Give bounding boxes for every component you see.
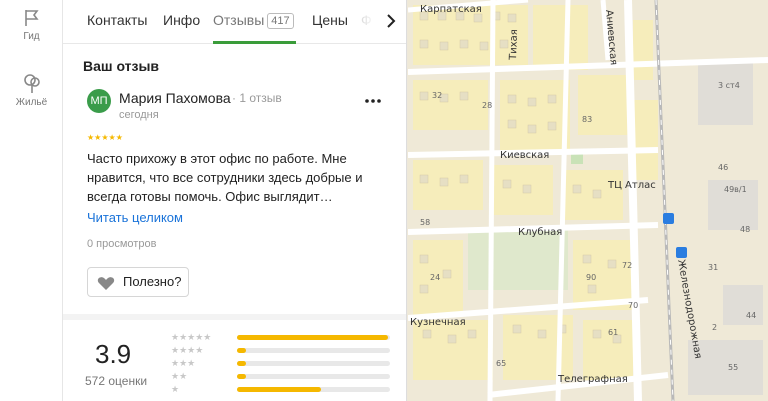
rating-row: ★ xyxy=(171,383,391,395)
tab-info[interactable]: Инфо xyxy=(163,12,200,28)
your-review-title: Ваш отзыв xyxy=(83,58,160,74)
rating-row-stars: ★★★★ xyxy=(171,345,204,355)
heart-icon xyxy=(97,277,115,290)
rating-bar-fill xyxy=(237,387,322,392)
place-label: ТЦ Атлас xyxy=(607,180,656,191)
rating-bar-track xyxy=(237,374,390,379)
read-more-link[interactable]: Читать целиком xyxy=(87,210,183,225)
house-number: 65 xyxy=(496,359,506,368)
rating-bar-fill xyxy=(237,348,247,353)
rail-item-guide[interactable]: Гид xyxy=(0,8,63,42)
rating-bar-track xyxy=(237,387,390,392)
house-number: 2 xyxy=(712,323,717,332)
house-number: 28 xyxy=(482,101,492,110)
map-canvas[interactable]: Карпатская Тихая Киевская Клубная Кузнеч… xyxy=(408,0,768,401)
house-number: 46 xyxy=(718,163,728,172)
house-number: 48 xyxy=(740,225,750,234)
reviews-count-badge: 417 xyxy=(267,13,294,29)
rating-count: 572 оценки xyxy=(85,374,148,388)
tab-bar: Контакты Инфо Отзывы417 Цены Ф xyxy=(63,0,406,44)
rating-bar-fill xyxy=(237,335,389,340)
tab-fade xyxy=(355,0,385,43)
map[interactable]: Карпатская Тихая Киевская Клубная Кузнеч… xyxy=(408,0,768,401)
house-number: 55 xyxy=(728,363,738,372)
street-label: Кузнечная xyxy=(410,317,466,328)
tab-reviews-label: Отзывы xyxy=(213,12,265,28)
chevron-right-icon[interactable] xyxy=(383,12,399,30)
review-author[interactable]: Мария Пахомова xyxy=(119,90,231,106)
rating-row: ★★ xyxy=(171,370,391,382)
review-views: 0 просмотров xyxy=(87,238,157,250)
rating-row: ★★★★ xyxy=(171,344,391,356)
street-label: Карпатская xyxy=(420,4,482,15)
rail-item-housing[interactable]: Жильё xyxy=(0,72,63,108)
house-number: 3 ст4 xyxy=(718,81,740,90)
rail-item-label: Жильё xyxy=(15,97,48,108)
house-number: 61 xyxy=(608,328,618,337)
tree-icon xyxy=(23,74,40,93)
rating-bar-track xyxy=(237,348,390,353)
star-icon: ★ xyxy=(101,133,109,142)
left-rail: Гид Жильё xyxy=(0,0,63,401)
rating-bar-fill xyxy=(237,361,247,366)
rail-item-label: Гид xyxy=(23,31,40,42)
house-number: 83 xyxy=(582,115,592,124)
avatar: МП xyxy=(87,89,111,113)
useful-label: Полезно? xyxy=(123,274,182,289)
useful-button[interactable]: Полезно? xyxy=(87,267,189,297)
tab-prices[interactable]: Цены xyxy=(312,12,348,28)
street-label: Тихая xyxy=(508,29,520,61)
rating-row-stars: ★★★★★ xyxy=(171,332,212,342)
rating-value: 3.9 xyxy=(95,339,132,369)
house-number: 72 xyxy=(622,261,632,270)
review-stars: ★★★★★ xyxy=(87,134,123,142)
house-number: 58 xyxy=(420,218,430,227)
rating-bar-track xyxy=(237,361,390,366)
rating-row-stars: ★★ xyxy=(171,371,188,381)
house-number: 31 xyxy=(708,263,718,272)
place-panel: Контакты Инфо Отзывы417 Цены Ф Ваш отзыв… xyxy=(63,0,407,401)
house-number: 90 xyxy=(586,273,596,282)
tab-reviews[interactable]: Отзывы 417 xyxy=(213,12,294,29)
house-number: 49в/1 xyxy=(724,185,747,194)
street-label: Киевская xyxy=(500,150,549,161)
section-divider xyxy=(63,314,406,320)
rating-row: ★★★ xyxy=(171,357,391,369)
rating-bar-track xyxy=(237,335,390,340)
street-label: Телеграфная xyxy=(557,374,628,385)
house-number: 32 xyxy=(432,91,442,100)
review-date: сегодня xyxy=(119,109,159,121)
house-number: 24 xyxy=(430,273,440,282)
rating-row-stars: ★★★ xyxy=(171,358,196,368)
more-options-icon[interactable] xyxy=(363,94,383,108)
author-review-count: · 1 отзыв xyxy=(232,91,282,105)
star-icon: ★ xyxy=(115,133,123,142)
rating-row-stars: ★ xyxy=(171,384,180,394)
house-number: 44 xyxy=(746,311,756,320)
house-number: 70 xyxy=(628,301,638,310)
tab-contacts[interactable]: Контакты xyxy=(87,12,147,28)
street-label: Клубная xyxy=(518,227,562,238)
active-tab-indicator xyxy=(213,41,296,44)
rating-row: ★★★★★ xyxy=(171,331,391,343)
star-icon: ★ xyxy=(108,133,116,142)
review-text: Часто прихожу в этот офис по работе. Мне… xyxy=(87,151,363,204)
flag-icon xyxy=(24,10,39,26)
rating-bar-fill xyxy=(237,374,247,379)
